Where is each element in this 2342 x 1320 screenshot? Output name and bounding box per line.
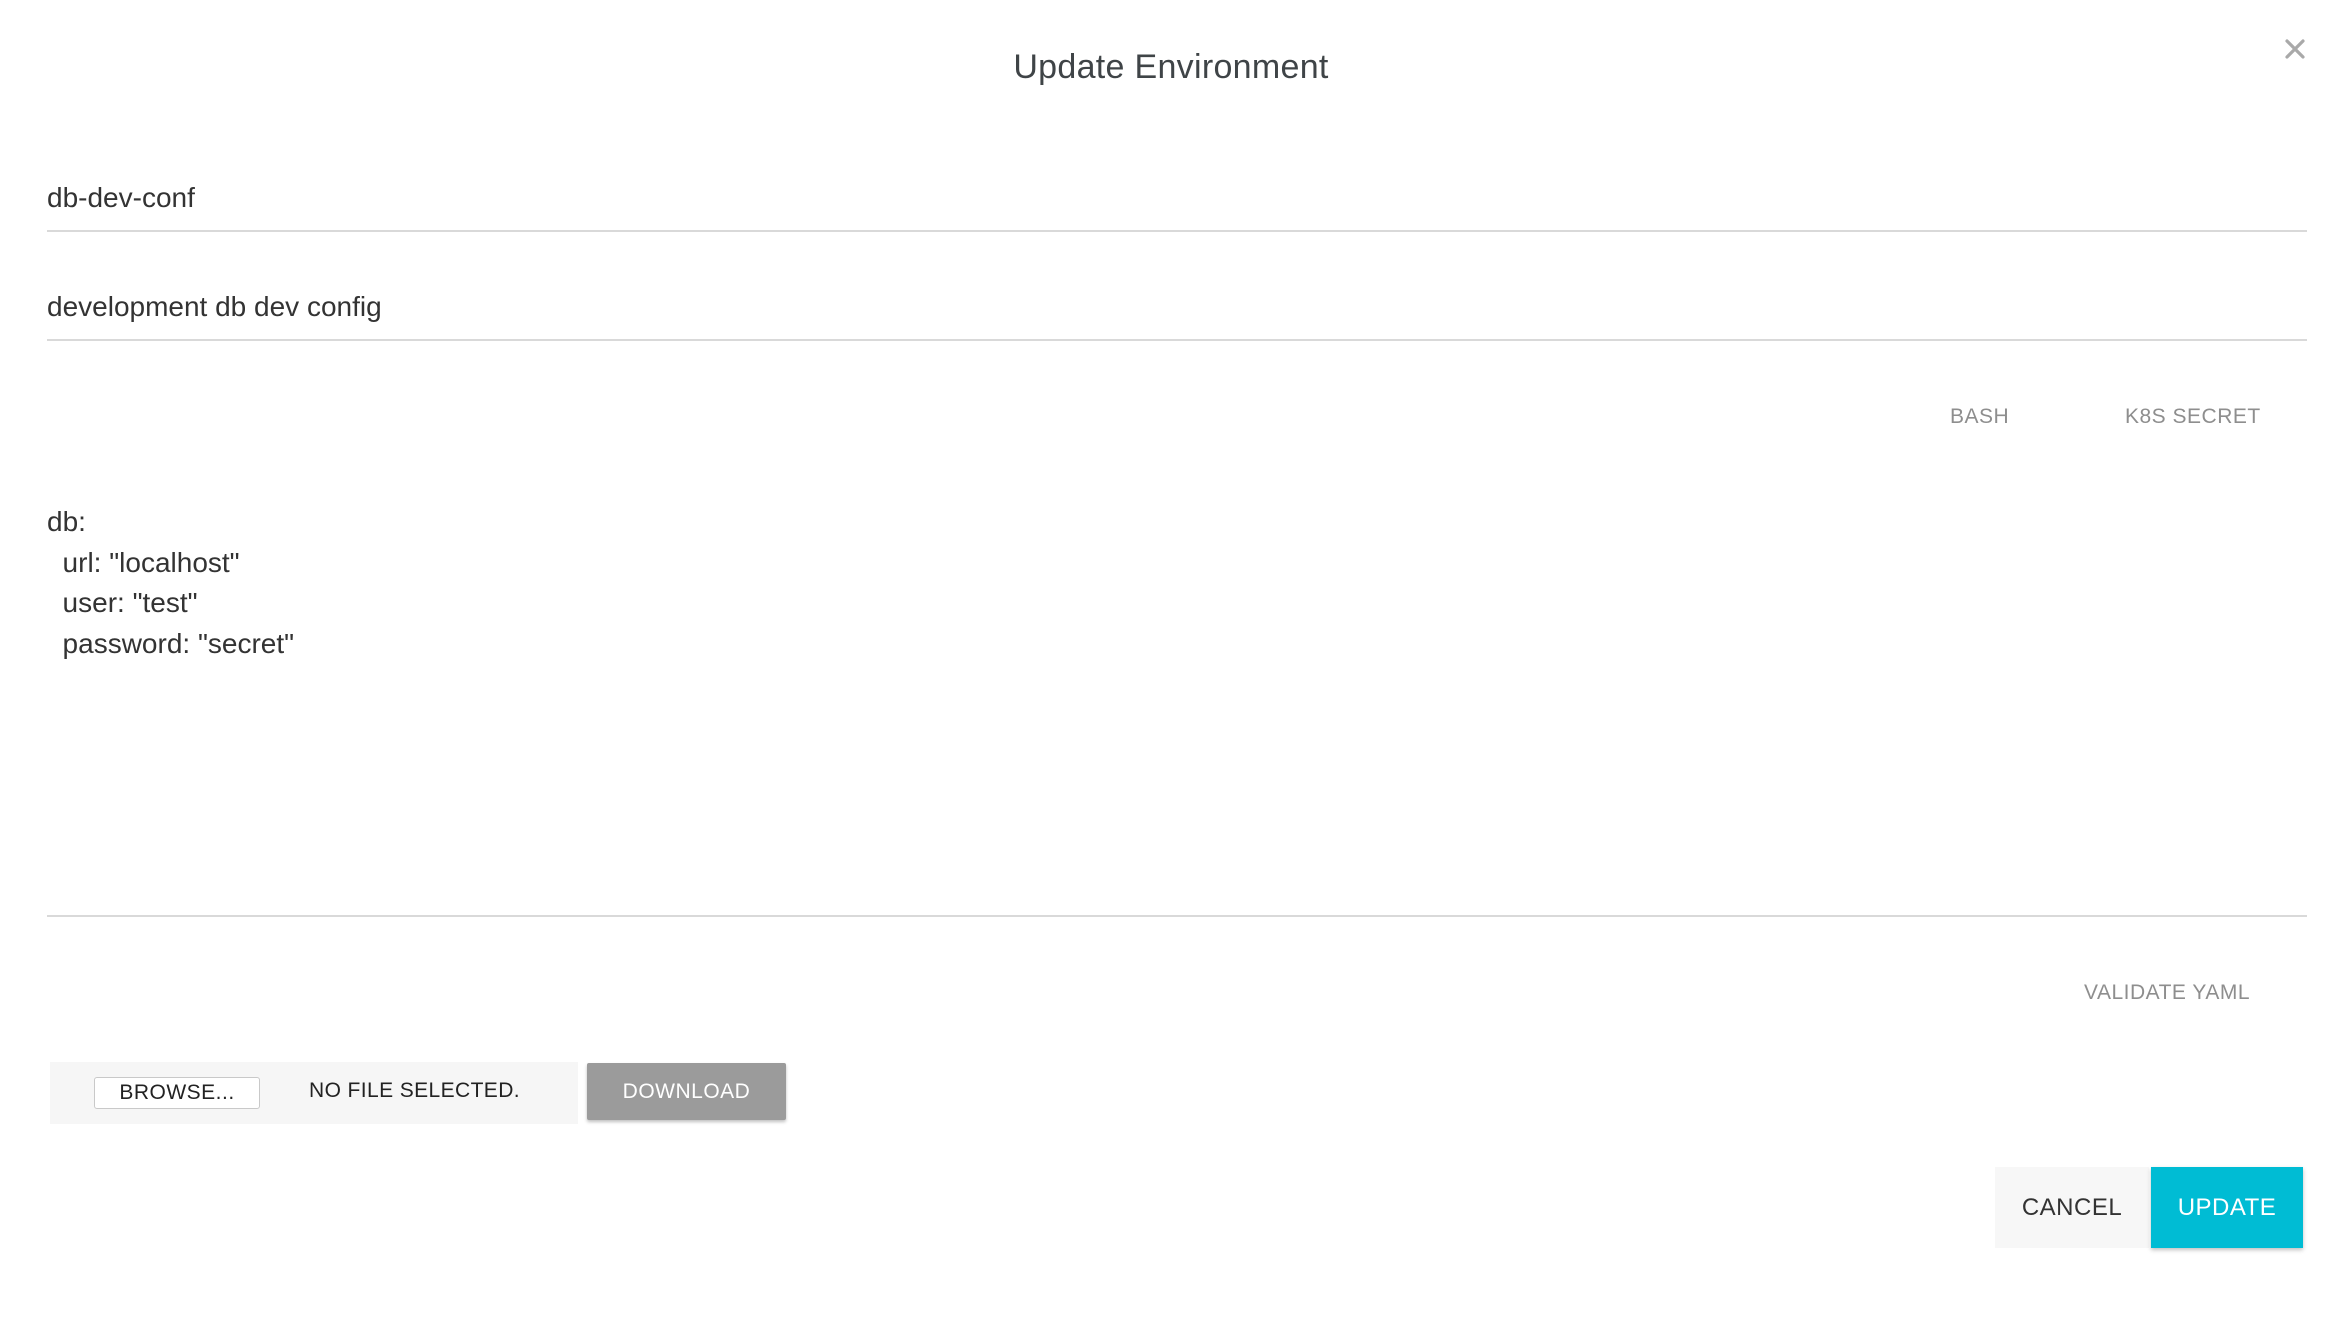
- update-button[interactable]: UPDATE: [2151, 1167, 2303, 1248]
- k8s-secret-format-button[interactable]: K8S SECRET: [2125, 405, 2261, 429]
- validate-yaml-button[interactable]: VALIDATE YAML: [2084, 981, 2250, 1005]
- browse-button[interactable]: BROWSE...: [94, 1077, 260, 1109]
- name-input[interactable]: [47, 172, 2307, 224]
- download-button[interactable]: DOWNLOAD: [587, 1063, 786, 1120]
- file-status-text: NO FILE SELECTED.: [309, 1079, 521, 1102]
- close-icon: [2283, 37, 2307, 66]
- close-button[interactable]: [2274, 30, 2316, 72]
- description-input[interactable]: [47, 281, 2307, 333]
- yaml-line: password: "secret": [47, 627, 295, 659]
- bash-format-button[interactable]: BASH: [1950, 405, 2009, 429]
- description-field: [47, 281, 2307, 341]
- dialog-title: Update Environment: [1013, 48, 1329, 86]
- yaml-editor[interactable]: db: url: "localhost" user: "test" passwo…: [47, 502, 2307, 917]
- name-field: [47, 172, 2307, 232]
- yaml-line: db:: [47, 506, 86, 537]
- file-upload-bar: BROWSE... NO FILE SELECTED.: [50, 1062, 578, 1124]
- cancel-button[interactable]: CANCEL: [1995, 1167, 2149, 1248]
- update-environment-dialog: Update Environment BASH K8S SECRET db: u…: [0, 0, 2342, 1320]
- yaml-line: url: "localhost": [47, 546, 240, 578]
- yaml-line: user: "test": [47, 587, 198, 618]
